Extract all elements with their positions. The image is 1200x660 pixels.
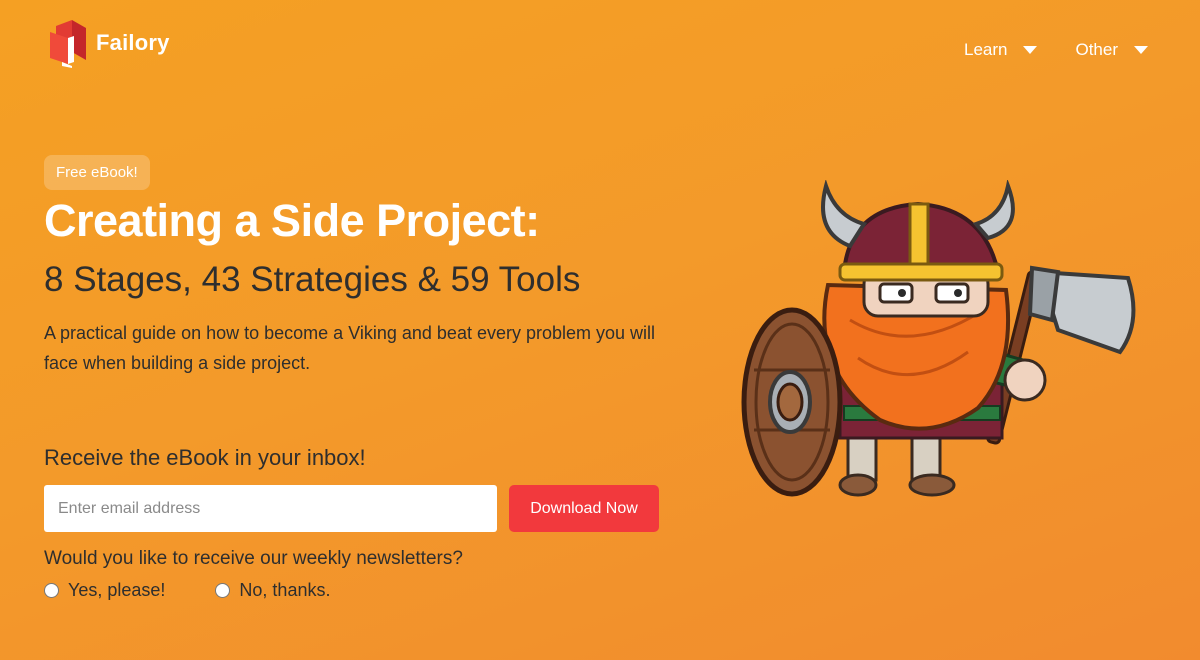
site-header: Failory Learn Other [0,0,1200,100]
download-now-button[interactable]: Download Now [509,485,659,532]
newsletter-option-yes[interactable]: Yes, please! [44,580,165,601]
brand-name: Failory [96,30,170,55]
viking-illustration [741,180,1136,497]
nav-other-label: Other [1075,40,1118,59]
newsletter-options: Yes, please! No, thanks. [44,580,330,601]
radio-button-icon[interactable] [44,583,59,598]
nav-other[interactable]: Other [1075,40,1148,60]
hero-description: A practical guide on how to become a Vik… [44,323,656,373]
radio-button-icon[interactable] [215,583,231,598]
chevron-down-icon [1134,46,1148,54]
page-title: Creating a Side Project: [44,195,540,246]
free-ebook-badge: Free eBook! [44,155,150,190]
chevron-down-icon [1023,46,1038,54]
nav-learn[interactable]: Learn [963,40,1038,60]
brand-logo[interactable]: Failory [48,18,170,68]
newsletter-option-no-label: No, thanks. [239,580,331,600]
page-subtitle: 8 Stages, 43 Strategies & 59 Tools [44,260,581,299]
failory-logo-icon [50,20,86,68]
signup-prompt: Receive the eBook in your inbox! [44,445,366,470]
newsletter-option-yes-label: Yes, please! [68,580,166,600]
main-nav: Learn Other [964,40,1148,60]
nav-learn-label: Learn [963,40,1008,59]
email-input[interactable] [44,485,497,532]
newsletter-option-no[interactable]: No, thanks. [215,580,330,601]
newsletter-question: Would you like to receive our weekly new… [44,548,463,569]
